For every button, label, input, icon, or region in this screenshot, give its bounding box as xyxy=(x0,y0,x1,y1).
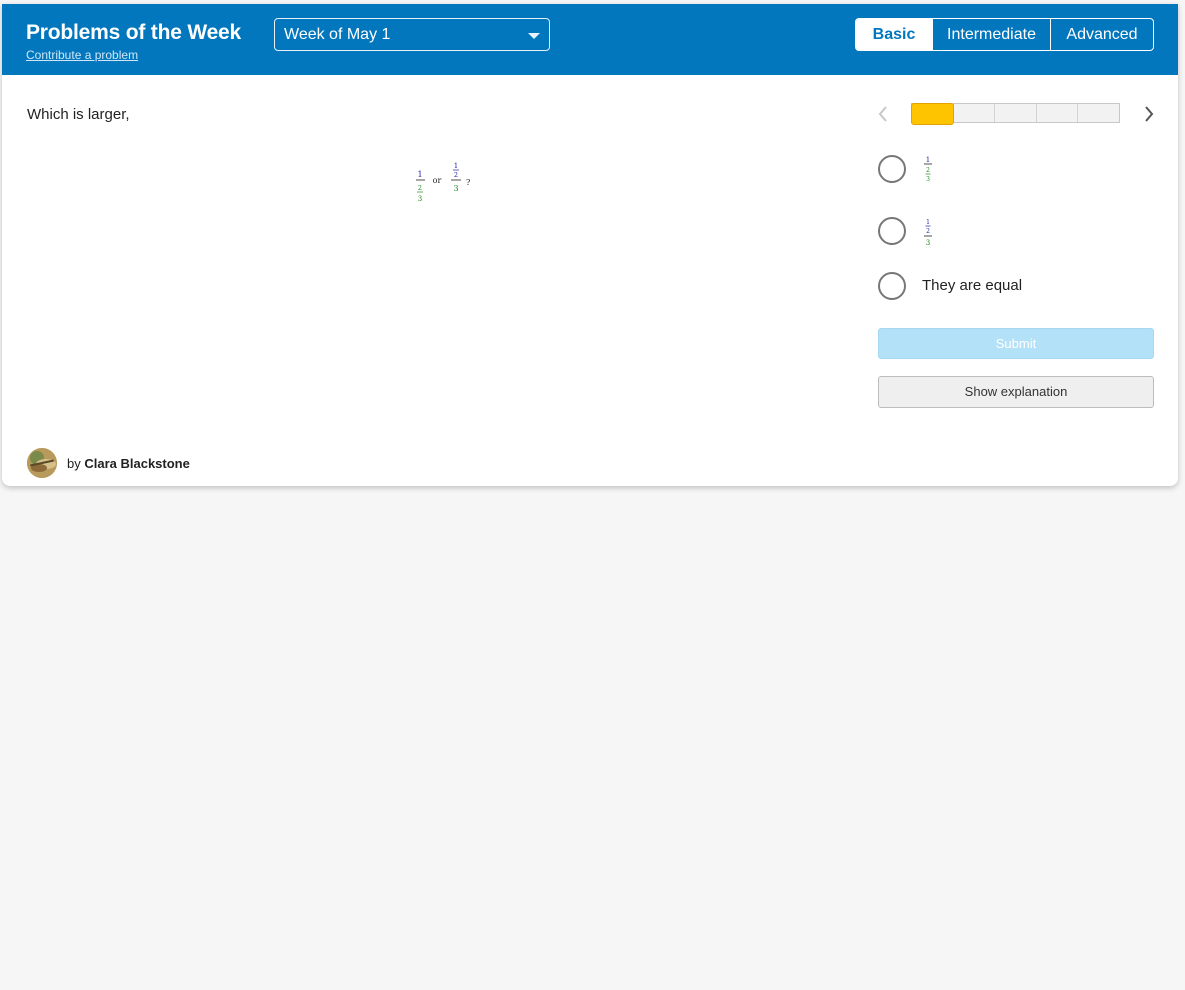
choice-2-num-num: 1 xyxy=(926,219,930,226)
app-header: Problems of the Week Contribute a proble… xyxy=(2,4,1178,75)
difficulty-tabs: Basic Intermediate Advanced xyxy=(855,18,1154,51)
progress-segment xyxy=(1077,104,1119,122)
week-select[interactable]: Week of May 1 xyxy=(274,18,550,51)
choice-3-radio[interactable] xyxy=(878,272,906,300)
tab-advanced[interactable]: Advanced xyxy=(1050,19,1153,50)
progress-segment xyxy=(994,104,1036,122)
expr-question-mark: ? xyxy=(466,178,470,187)
expr-right-num-num: 1 xyxy=(454,162,458,170)
choice-1-radio[interactable] xyxy=(878,155,906,183)
expr-or: or xyxy=(433,176,442,185)
choice-1-den-num: 2 xyxy=(926,167,930,174)
question-text: Which is larger, xyxy=(27,106,130,123)
choice-2-den: 3 xyxy=(926,239,930,247)
author-text: by Clara Blackstone xyxy=(67,456,190,471)
expr-right-den: 3 xyxy=(453,184,458,193)
tab-basic[interactable]: Basic xyxy=(856,19,932,50)
author-prefix: by xyxy=(67,456,81,471)
choice-2-radio[interactable] xyxy=(878,217,906,245)
choice-2[interactable]: 1 2 3 xyxy=(878,217,978,251)
chevron-left-icon[interactable] xyxy=(876,104,890,124)
contribute-link[interactable]: Contribute a problem xyxy=(26,48,138,62)
progress-fill xyxy=(911,103,955,125)
progress-bar[interactable] xyxy=(911,103,1120,125)
expr-left-num: 1 xyxy=(417,170,422,179)
chevron-down-icon xyxy=(528,33,540,39)
choice-2-fraction: 1 2 3 xyxy=(924,219,932,247)
expr-right-num-den: 2 xyxy=(454,171,458,179)
progress-segment xyxy=(1035,104,1078,122)
avatar[interactable] xyxy=(27,448,57,478)
expr-left-den-num: 2 xyxy=(418,184,422,192)
choice-1[interactable]: 1 2 3 xyxy=(878,155,978,189)
expr-left-den-den: 3 xyxy=(418,195,422,203)
submit-button[interactable]: Submit xyxy=(878,328,1154,359)
progress-segment xyxy=(952,104,995,122)
tab-intermediate[interactable]: Intermediate xyxy=(932,19,1050,50)
choice-1-den-den: 3 xyxy=(926,176,930,183)
author-name[interactable]: Clara Blackstone xyxy=(84,456,190,471)
app-title: Problems of the Week xyxy=(26,21,242,44)
chevron-right-icon[interactable] xyxy=(1142,104,1156,124)
fraction-expression: 1 2 3 or 1 2 3 ? xyxy=(416,162,470,203)
week-select-value: Week of May 1 xyxy=(284,26,391,43)
choice-3[interactable]: They are equal xyxy=(878,272,1058,302)
choice-2-num-den: 2 xyxy=(926,228,930,235)
show-explanation-button[interactable]: Show explanation xyxy=(878,376,1154,408)
choice-1-num: 1 xyxy=(926,156,930,164)
choice-3-label: They are equal xyxy=(922,277,1023,294)
choice-1-fraction: 1 2 3 xyxy=(924,156,932,183)
problem-card: Problems of the Week Contribute a proble… xyxy=(2,4,1178,486)
